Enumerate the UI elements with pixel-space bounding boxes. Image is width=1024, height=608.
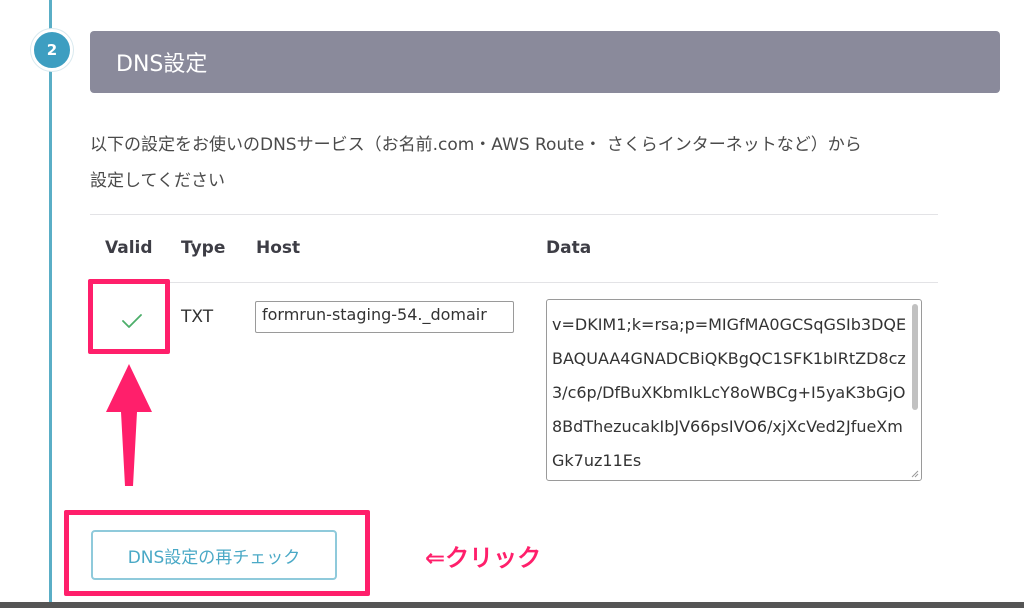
valid-status bbox=[112, 305, 152, 337]
arrow-up-icon bbox=[106, 364, 152, 486]
host-field[interactable]: formrun-staging-54._domair bbox=[255, 301, 514, 333]
table-header-divider bbox=[90, 282, 938, 283]
column-header-valid: Valid bbox=[105, 238, 153, 258]
section-title: DNS設定 bbox=[116, 52, 208, 77]
column-header-data: Data bbox=[546, 238, 592, 258]
section-header: DNS設定 bbox=[90, 31, 1000, 93]
dns-recheck-button[interactable]: DNS設定の再チェック bbox=[91, 530, 337, 580]
description-line-2: 設定してください bbox=[90, 171, 225, 191]
click-annotation: ⇐クリック bbox=[425, 544, 542, 572]
record-type: TXT bbox=[181, 307, 214, 327]
data-textarea-value: v=DKIM1;k=rsa;p=MIGfMA0GCSqGSIb3DQEBAQUA… bbox=[552, 315, 907, 470]
section-description: 以下の設定をお使いのDNSサービス（お名前.com・AWS Route・ さくら… bbox=[90, 127, 1000, 199]
column-header-host: Host bbox=[256, 238, 301, 258]
checkmark-icon bbox=[122, 314, 142, 328]
description-line-1: 以下の設定をお使いのDNSサービス（お名前.com・AWS Route・ さくら… bbox=[90, 135, 862, 155]
data-textarea[interactable]: v=DKIM1;k=rsa;p=MIGfMA0GCSqGSIb3DQEBAQUA… bbox=[546, 299, 922, 481]
resize-grip-icon[interactable] bbox=[911, 470, 919, 478]
page: 2 DNS設定 以下の設定をお使いのDNSサービス（お名前.com・AWS Ro… bbox=[0, 0, 1024, 608]
column-header-type: Type bbox=[181, 238, 226, 258]
bottom-edge-bar bbox=[0, 602, 1024, 608]
textarea-scrollbar[interactable] bbox=[912, 304, 918, 410]
timeline-line bbox=[49, 0, 52, 608]
table-top-divider bbox=[90, 214, 938, 215]
step-number-badge: 2 bbox=[31, 29, 73, 71]
